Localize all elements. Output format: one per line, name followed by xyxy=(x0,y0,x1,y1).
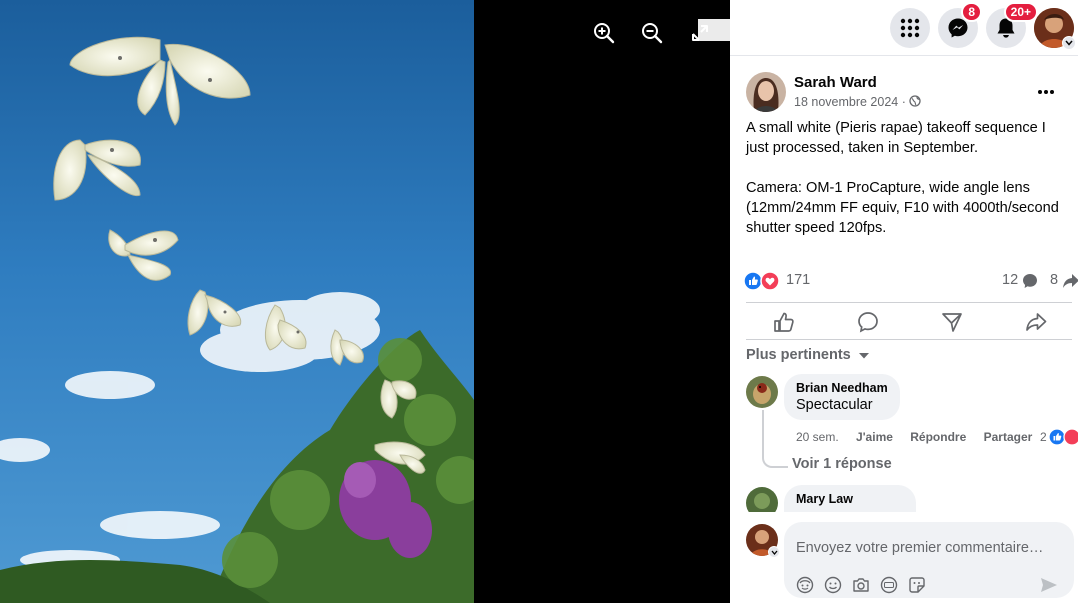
post-text: A small white (Pieris rapae) takeoff seq… xyxy=(746,118,1071,258)
globe-icon xyxy=(909,95,922,107)
post-side-panel: 8 20+ Sarah Ward 18 novembre 2024 · A sm… xyxy=(730,0,1078,603)
comment-composer: Envoyez votre premier commentaire… xyxy=(784,522,1074,598)
comment-time[interactable]: 20 sem. xyxy=(796,430,839,444)
post-paragraph: A small white (Pieris rapae) takeoff seq… xyxy=(746,120,1046,156)
post-date[interactable]: 18 novembre 2024 · xyxy=(794,95,922,109)
caret-down-icon xyxy=(858,353,869,359)
fullscreen-button[interactable] xyxy=(685,18,715,48)
notifications-badge: 20+ xyxy=(1003,2,1038,22)
fullscreen-icon xyxy=(692,25,708,41)
comment-input[interactable]: Envoyez votre premier commentaire… xyxy=(796,540,1043,556)
share-count-value: 8 xyxy=(1050,272,1059,288)
comment-reply-link[interactable]: Répondre xyxy=(910,430,966,444)
emoji-button[interactable] xyxy=(824,576,842,594)
comment-icon xyxy=(858,312,878,333)
reactions-bar: 171 12 8 xyxy=(744,270,1078,292)
account-menu-button[interactable] xyxy=(1034,8,1076,50)
comment-composer-area: Envoyez votre premier commentaire… xyxy=(730,512,1078,603)
post-header: Sarah Ward 18 novembre 2024 · xyxy=(746,72,1066,116)
butterfly-photo-image xyxy=(0,0,474,603)
zoom-in-button[interactable] xyxy=(589,18,619,48)
comment-button[interactable] xyxy=(854,309,882,335)
post-more-button[interactable] xyxy=(1032,80,1060,104)
comment-sort-label: Plus pertinents xyxy=(746,347,851,363)
comment-sort-dropdown[interactable]: Plus pertinents xyxy=(746,347,869,363)
comment-meta: 20 sem. J'aime Répondre Partager xyxy=(796,430,1046,444)
send-button[interactable] xyxy=(938,309,966,335)
grid-menu-icon xyxy=(900,18,920,38)
paper-plane-icon xyxy=(1041,578,1057,592)
commenter-avatar[interactable] xyxy=(746,376,778,408)
comment-share-link[interactable]: Partager xyxy=(984,430,1033,444)
top-bar: 8 20+ xyxy=(730,0,1078,56)
share-arrow-icon xyxy=(1063,274,1078,288)
avatar-sticker-icon xyxy=(796,576,814,594)
share-button[interactable] xyxy=(1022,309,1050,335)
camera-button[interactable] xyxy=(852,576,870,594)
chevron-down-icon xyxy=(1062,36,1076,50)
notifications-button[interactable]: 20+ xyxy=(986,2,1038,48)
reply-thread-line xyxy=(762,410,788,468)
avatar-sticker-button[interactable] xyxy=(796,576,814,594)
camera-icon xyxy=(853,578,869,592)
sticker-icon xyxy=(909,577,925,593)
thumbs-up-icon xyxy=(774,312,794,332)
comment-bubble: Brian Needham Spectacular xyxy=(784,374,900,420)
messenger-button[interactable]: 8 xyxy=(938,2,982,48)
comment-like-link[interactable]: J'aime xyxy=(856,430,893,444)
like-button[interactable] xyxy=(770,309,798,335)
author-avatar[interactable] xyxy=(746,72,786,112)
my-avatar[interactable] xyxy=(746,524,780,558)
post-actions-bar xyxy=(746,302,1072,340)
chevron-down-icon xyxy=(768,546,780,558)
comment-bubble-icon xyxy=(1023,274,1037,288)
more-options-icon xyxy=(1038,90,1054,94)
messenger-badge: 8 xyxy=(961,2,982,22)
comment-text: Spectacular xyxy=(796,397,873,413)
photo-viewer: Capture Plein écran xyxy=(0,0,898,603)
zoom-out-button[interactable] xyxy=(637,18,667,48)
comment-count-value: 12 xyxy=(1002,272,1019,288)
send-icon xyxy=(942,313,962,332)
post-paragraph: Camera: OM-1 ProCapture, wide angle lens… xyxy=(746,180,1059,236)
submit-comment-button[interactable] xyxy=(1040,576,1058,594)
sticker-button[interactable] xyxy=(908,576,926,594)
post-photo[interactable] xyxy=(0,0,474,603)
post-date-text: 18 novembre 2024 · xyxy=(794,95,910,109)
commenter-name[interactable]: Mary Law xyxy=(796,492,904,506)
zoom-out-icon xyxy=(642,23,663,44)
commenter-name[interactable]: Brian Needham xyxy=(796,381,888,395)
comment-reaction-count: 2 xyxy=(1040,430,1047,444)
like-love-reactions-icon xyxy=(1049,428,1078,446)
share-icon xyxy=(1026,313,1047,331)
view-replies-link[interactable]: Voir 1 réponse xyxy=(792,456,892,472)
zoom-in-icon xyxy=(594,23,615,44)
emoji-icon xyxy=(824,576,842,594)
reaction-count: 171 xyxy=(786,272,811,288)
author-name[interactable]: Sarah Ward xyxy=(794,74,877,91)
like-love-reactions-icon xyxy=(744,271,780,291)
menu-button[interactable] xyxy=(890,8,930,48)
gif-button[interactable] xyxy=(880,576,898,594)
gif-icon xyxy=(880,576,898,594)
